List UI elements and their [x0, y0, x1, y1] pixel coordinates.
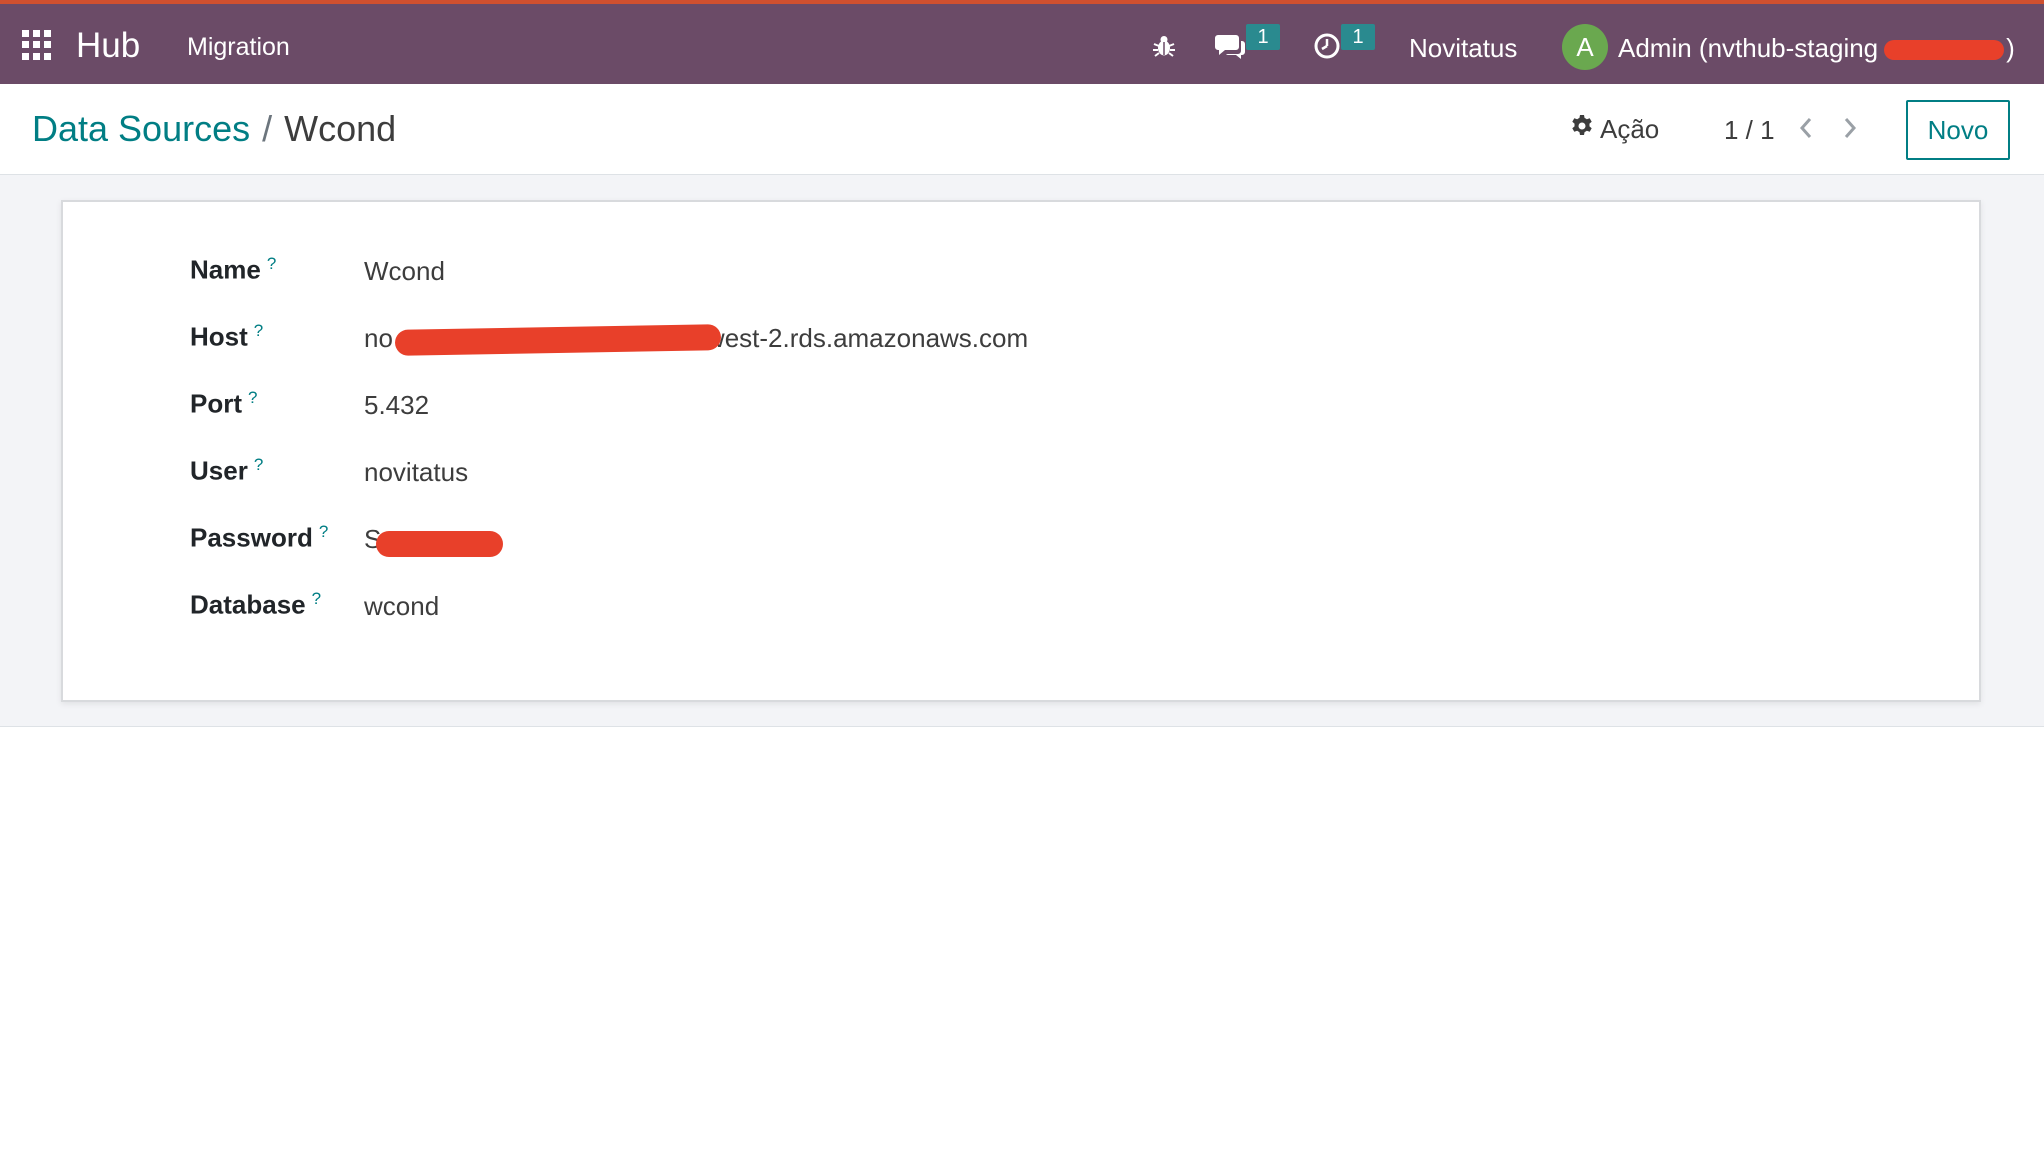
chat-icon[interactable]	[1212, 28, 1248, 64]
redaction-mark	[1884, 40, 2005, 61]
chevron-left-icon	[1799, 118, 1812, 138]
field-label-password: Password?	[190, 522, 329, 553]
company-switcher[interactable]: Novitatus	[1409, 33, 1517, 64]
help-tooltip-icon[interactable]: ?	[254, 321, 263, 340]
field-value-user[interactable]: novitatus	[364, 457, 468, 488]
help-tooltip-icon[interactable]: ?	[248, 388, 257, 407]
help-tooltip-icon[interactable]: ?	[267, 254, 276, 273]
user-name-suffix: )	[2006, 33, 2015, 63]
clock-icon[interactable]	[1309, 28, 1345, 64]
field-label-host: Host?	[190, 321, 264, 352]
breadcrumb-current: Wcond	[284, 108, 397, 149]
breadcrumb: Data Sources / Wcond	[32, 108, 396, 150]
app-brand[interactable]: Hub	[76, 26, 140, 66]
action-label: Ação	[1600, 114, 1660, 144]
new-record-button[interactable]: Novo	[1906, 100, 2010, 160]
chevron-right-icon	[1844, 118, 1857, 138]
chat-badge: 1	[1246, 24, 1280, 50]
field-name: Name? Wcond	[190, 254, 1690, 294]
field-port: Port? 5.432	[190, 388, 1690, 428]
control-panel: Data Sources / Wcond Ação 1 / 1 Novo	[0, 84, 2044, 175]
form-sheet: Name? Wcond Host? no west-2.rds.amazonaws…	[61, 200, 1981, 702]
user-menu[interactable]: Admin (nvthub-staging)	[1618, 33, 2015, 64]
breadcrumb-separator: /	[262, 108, 273, 149]
field-value-database[interactable]: wcond	[364, 591, 439, 622]
field-value-port[interactable]: 5.432	[364, 390, 429, 421]
breadcrumb-data-sources[interactable]: Data Sources	[32, 108, 250, 149]
bug-icon[interactable]	[1146, 28, 1182, 64]
field-user: User? novitatus	[190, 455, 1690, 495]
host-value-suffix: west-2.rds.amazonaws.com	[705, 323, 1029, 353]
menu-item-migration[interactable]: Migration	[187, 33, 290, 62]
gear-icon	[1570, 114, 1594, 145]
field-host: Host? no west-2.rds.amazonaws.com	[190, 321, 1690, 361]
field-label-user: User?	[190, 455, 264, 486]
field-label-port: Port?	[190, 388, 258, 419]
pager-next-button[interactable]	[1832, 110, 1868, 146]
field-database: Database? wcond	[190, 589, 1690, 629]
apps-grid-icon[interactable]	[22, 30, 52, 60]
action-button[interactable]: Ação	[1570, 114, 1659, 145]
host-value-prefix: no	[364, 323, 393, 353]
pager-value[interactable]: 1 / 1	[1724, 115, 1775, 146]
pager-previous-button[interactable]	[1788, 110, 1824, 146]
help-tooltip-icon[interactable]: ?	[254, 455, 263, 474]
field-password: Password? S	[190, 522, 1690, 562]
avatar[interactable]: A	[1562, 24, 1608, 70]
field-label-database: Database?	[190, 589, 322, 620]
field-value-name[interactable]: Wcond	[364, 256, 445, 287]
redaction-mark	[376, 531, 503, 557]
top-navbar: Hub Migration 1 1 Novitatus A Admin (nvt…	[0, 0, 2044, 84]
user-name-label: Admin (nvthub-staging	[1618, 33, 1879, 63]
help-tooltip-icon[interactable]: ?	[312, 589, 321, 608]
help-tooltip-icon[interactable]: ?	[319, 522, 328, 541]
field-label-name: Name?	[190, 254, 277, 285]
activity-badge: 1	[1341, 24, 1375, 50]
